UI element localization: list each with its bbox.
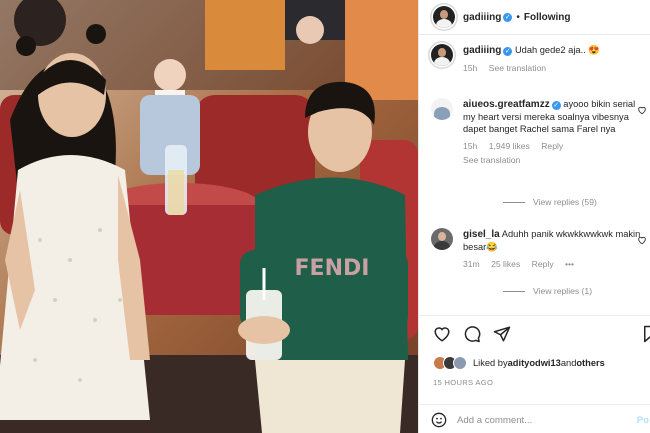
post-header: gadiiing ✓ • Following [419, 0, 650, 35]
verified-badge-icon: ✓ [551, 101, 561, 110]
comment-username[interactable]: gisel_la [463, 229, 500, 240]
caption-author-avatar[interactable] [431, 44, 453, 66]
liked-by-summary: Liked by adityodwi13 and others [433, 356, 605, 370]
author-avatar[interactable] [433, 6, 455, 28]
comment-reply-button[interactable]: Reply [541, 141, 563, 151]
post-caption: gadiiing ✓ Udah gede2 aja.. 😍 15h See tra… [431, 44, 645, 73]
commenter-avatar[interactable] [431, 98, 453, 120]
liker-avatar [453, 356, 467, 370]
bookmark-icon[interactable] [641, 325, 650, 343]
commenter-avatar[interactable] [431, 228, 453, 250]
caption-text: Udah gede2 aja.. 😍 [514, 45, 600, 55]
comment-time: 31m [463, 259, 480, 269]
comment-more-options[interactable]: ••• [565, 259, 574, 269]
header-separator: • [516, 11, 520, 23]
following-button[interactable]: Following [524, 12, 571, 23]
caption-time: 15h [463, 63, 478, 73]
comment-likes[interactable]: 25 likes [491, 259, 520, 269]
caption-username[interactable]: gadiiing [463, 45, 501, 56]
comment-reply-button[interactable]: Reply [532, 259, 554, 269]
liked-by-others[interactable]: others [576, 358, 604, 368]
heart-icon[interactable] [433, 325, 451, 343]
post-actions: Liked by adityodwi13 and others 15 HOURS… [419, 315, 650, 433]
view-replies-button[interactable]: View replies (59) [503, 197, 597, 207]
comment-meta: 31m 25 likes Reply ••• [463, 259, 645, 269]
comment-item: gisel_la Aduhh panik wkwkkwwkwk makin be… [431, 228, 647, 269]
share-icon[interactable] [493, 325, 511, 343]
emoji-icon[interactable] [431, 412, 447, 428]
view-replies-label: View replies (59) [533, 197, 597, 207]
header-username[interactable]: gadiiing [463, 12, 501, 23]
post-time-ago: 15 HOURS AGO [433, 378, 494, 387]
comment-meta: 15h 1,949 likes Reply [463, 141, 645, 151]
comment-time: 15h [463, 141, 478, 151]
replies-divider [503, 290, 525, 292]
post-comment-button[interactable]: Po [637, 415, 649, 426]
comment-icon[interactable] [463, 325, 481, 343]
caption-see-translation[interactable]: See translation [489, 63, 546, 73]
liked-by-user[interactable]: adityodwi13 [508, 358, 561, 368]
post-photo[interactable]: FENDI [0, 0, 418, 433]
comment-like-heart-icon[interactable] [637, 102, 647, 115]
comment-username[interactable]: aiueos.greatfamzz [463, 99, 550, 110]
replies-divider [503, 201, 525, 203]
shirt-logo-text: FENDI [295, 256, 370, 281]
view-replies-label: View replies (1) [533, 286, 593, 296]
comment-input[interactable]: Add a comment... [457, 415, 532, 426]
verified-badge-icon: ✓ [503, 47, 513, 56]
post-side-panel: gadiiing ✓ • Following gadiiing ✓ Udah ge… [418, 0, 650, 433]
caption-meta: 15h See translation [463, 63, 600, 73]
liked-by-and: and [560, 358, 577, 368]
comment-see-translation[interactable]: See translation [463, 155, 520, 165]
comment-item: aiueos.greatfamzz ✓ ayooo bikin serial my… [431, 98, 647, 165]
photo-illustration: FENDI [0, 0, 418, 433]
liked-by-prefix: Liked by [473, 358, 508, 368]
comment-likes[interactable]: 1,949 likes [489, 141, 530, 151]
instagram-post-view: FENDI gadiiing ✓ • Following gadiiing ✓ … [0, 0, 650, 433]
comment-like-heart-icon[interactable] [637, 232, 647, 245]
add-comment-bar: Add a comment... Po [419, 404, 650, 433]
verified-badge-icon: ✓ [503, 12, 513, 22]
view-replies-button[interactable]: View replies (1) [503, 286, 592, 296]
